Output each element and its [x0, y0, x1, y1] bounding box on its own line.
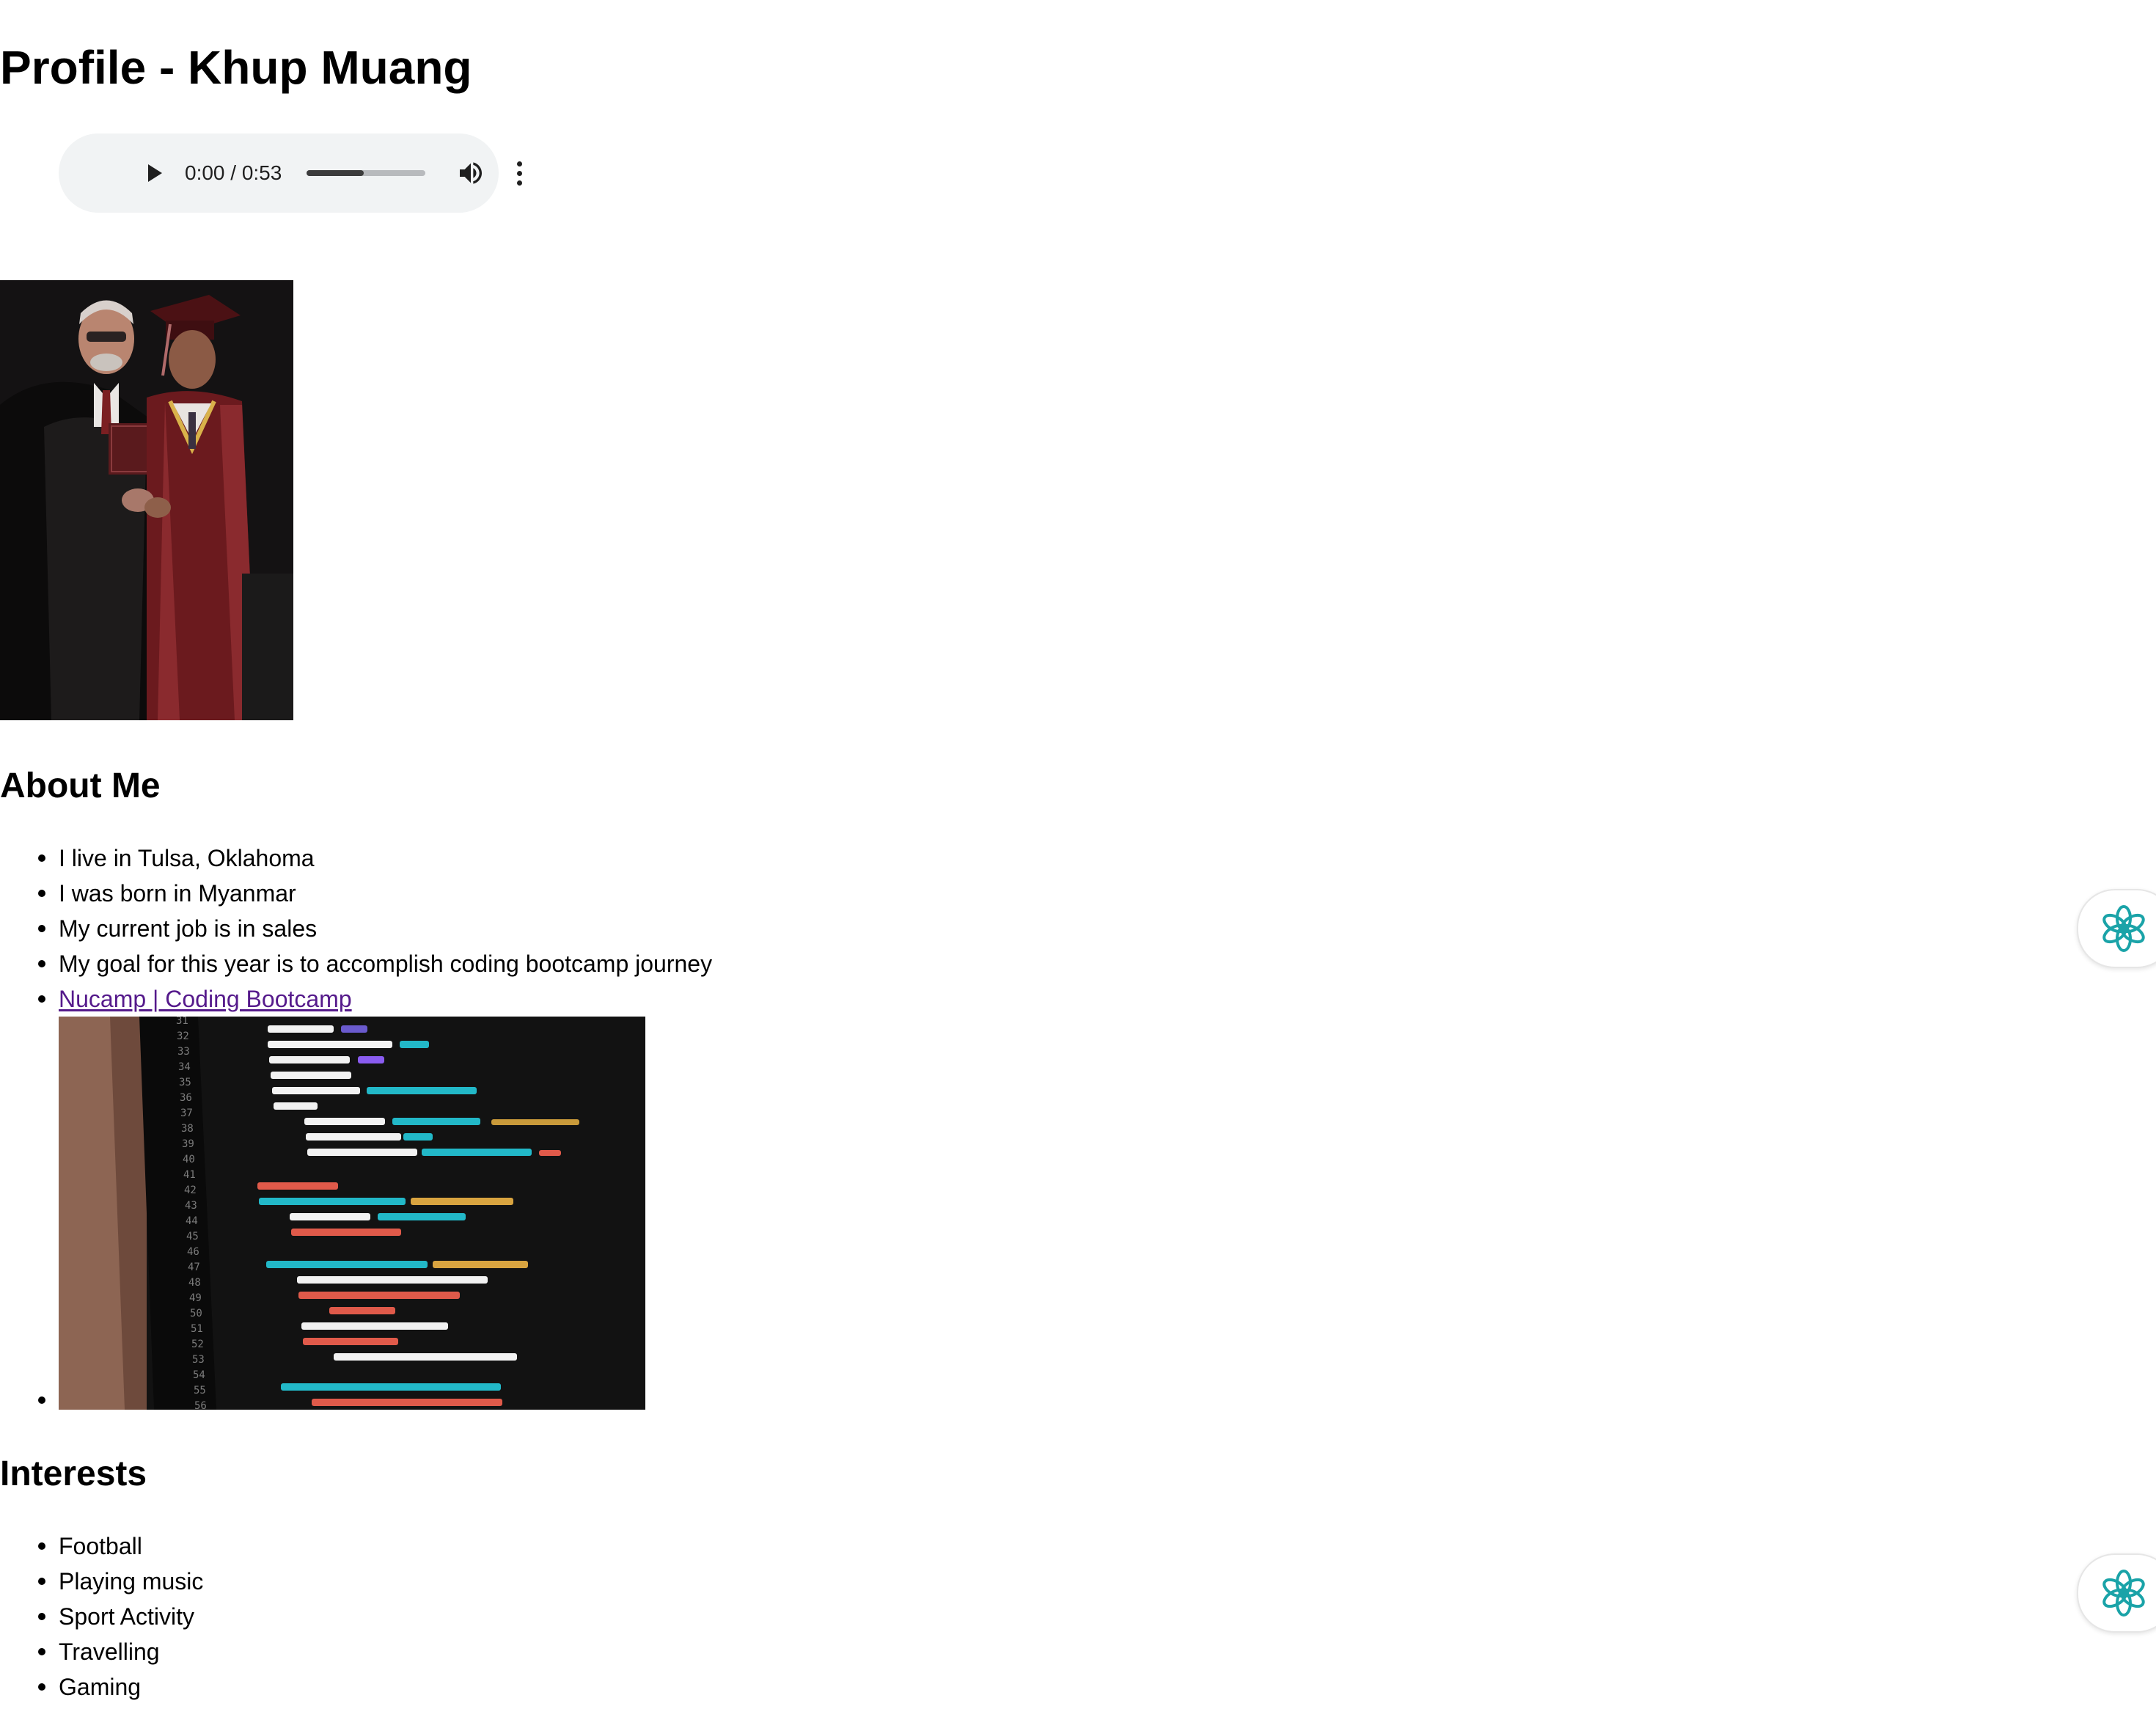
- about-me-heading: About Me: [0, 766, 161, 805]
- svg-text:53: 53: [192, 1354, 205, 1366]
- svg-text:40: 40: [183, 1154, 195, 1165]
- list-item: Sport Activity: [0, 1599, 203, 1634]
- list-item: I live in Tulsa, Oklahoma: [0, 841, 712, 876]
- svg-text:32: 32: [177, 1030, 189, 1042]
- svg-text:49: 49: [189, 1292, 202, 1304]
- svg-text:55: 55: [194, 1385, 206, 1396]
- assistant-flower-icon: [2102, 905, 2145, 952]
- list-item-code-image: 31 32 33 34 35 36 37 38 39 40 41 42 43 44 45 46 47 4…: [0, 1017, 645, 1410]
- play-icon: [148, 164, 162, 182]
- list-item: Travelling: [0, 1634, 203, 1669]
- svg-text:52: 52: [191, 1339, 204, 1350]
- svg-text:48: 48: [188, 1277, 201, 1289]
- svg-text:31: 31: [176, 1017, 188, 1027]
- list-item: My goal for this year is to accomplish c…: [0, 946, 712, 981]
- assistant-button[interactable]: [2077, 889, 2156, 968]
- svg-text:47: 47: [188, 1262, 200, 1273]
- interests-heading: Interests: [0, 1454, 147, 1493]
- profile-page: Profile - Khup Muang 0:00 / 0:53 About M…: [0, 0, 2156, 1728]
- svg-text:39: 39: [182, 1138, 194, 1150]
- code-screen-art: 31 32 33 34 35 36 37 38 39 40 41 42 43 44 45 46 47 4…: [59, 1017, 645, 1410]
- audio-player[interactable]: 0:00 / 0:53: [59, 133, 522, 213]
- svg-text:43: 43: [185, 1200, 197, 1212]
- svg-text:35: 35: [179, 1077, 191, 1088]
- svg-text:36: 36: [180, 1092, 192, 1104]
- svg-text:37: 37: [180, 1108, 193, 1119]
- svg-text:38: 38: [181, 1123, 194, 1135]
- list-item: Football: [0, 1529, 203, 1564]
- audio-progress-fill: [307, 170, 364, 176]
- list-item: Playing music: [0, 1564, 203, 1599]
- assistant-button-secondary[interactable]: [2077, 1553, 2156, 1633]
- svg-text:50: 50: [190, 1308, 202, 1319]
- more-options-button[interactable]: [513, 158, 525, 188]
- graduation-photo: [0, 280, 293, 720]
- svg-text:34: 34: [178, 1061, 191, 1073]
- about-me-list: I live in Tulsa, Oklahoma I was born in …: [0, 841, 712, 1017]
- svg-text:51: 51: [191, 1323, 203, 1335]
- audio-time-readout: 0:00 / 0:53: [185, 161, 282, 184]
- more-vert-icon: [517, 161, 522, 166]
- nucamp-link[interactable]: Nucamp | Coding Bootcamp: [59, 986, 352, 1012]
- svg-text:46: 46: [187, 1246, 199, 1258]
- graduation-photo-art: [0, 280, 293, 720]
- svg-text:54: 54: [193, 1369, 205, 1381]
- svg-text:44: 44: [186, 1215, 198, 1227]
- page-title: Profile - Khup Muang: [0, 41, 472, 94]
- list-item: My current job is in sales: [0, 911, 712, 946]
- list-item: Nucamp | Coding Bootcamp: [0, 981, 712, 1017]
- svg-text:41: 41: [183, 1169, 196, 1181]
- svg-text:42: 42: [184, 1185, 197, 1196]
- assistant-flower-icon: [2102, 1570, 2145, 1617]
- interests-list: Football Playing music Sport Activity Tr…: [0, 1529, 203, 1705]
- svg-text:56: 56: [194, 1400, 207, 1410]
- list-item: I was born in Myanmar: [0, 876, 712, 911]
- play-button[interactable]: [141, 160, 167, 186]
- volume-button[interactable]: [456, 158, 485, 188]
- code-screen-photo: 31 32 33 34 35 36 37 38 39 40 41 42 43 44 45 46 47 4…: [59, 1017, 645, 1410]
- volume-icon: [460, 162, 482, 184]
- svg-text:33: 33: [177, 1046, 190, 1058]
- audio-progress-slider[interactable]: [307, 170, 425, 176]
- svg-text:45: 45: [186, 1231, 199, 1242]
- list-item: Gaming: [0, 1669, 203, 1705]
